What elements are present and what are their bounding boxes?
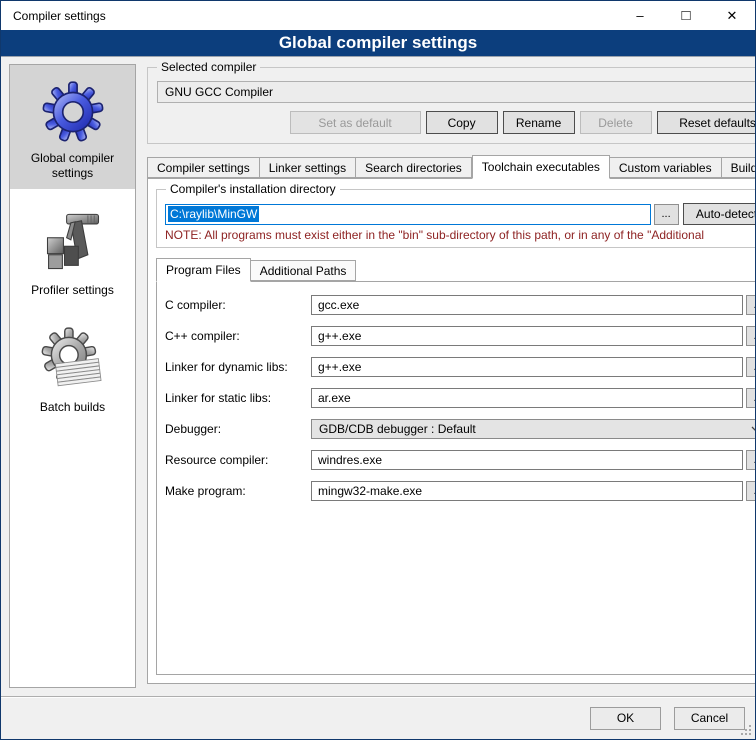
dialog-footer: OK Cancel (1, 696, 755, 739)
program-files-page: C compiler: ... C++ compiler: ... Linker… (156, 281, 755, 675)
installation-directory-group: Compiler's installation directory C:\ray… (156, 189, 755, 248)
copy-button[interactable]: Copy (426, 111, 498, 134)
compiler-settings-dialog: Compiler settings – □ ✕ Global compiler … (0, 0, 756, 740)
field-label: Linker for dynamic libs: (165, 360, 311, 374)
make-program-row: Make program: ... (165, 481, 755, 501)
compiler-select-value: GNU GCC Compiler (165, 85, 753, 99)
cancel-button[interactable]: Cancel (674, 707, 745, 730)
field-label: Debugger: (165, 422, 311, 436)
close-icon[interactable]: ✕ (709, 1, 755, 30)
tab-program-files[interactable]: Program Files (156, 258, 251, 282)
browse-button[interactable]: ... (746, 450, 755, 470)
field-label: Resource compiler: (165, 453, 311, 467)
sidebar-item-batch-builds[interactable]: Batch builds (10, 314, 135, 423)
browse-button[interactable]: ... (746, 388, 755, 408)
group-label: Selected compiler (157, 60, 260, 74)
installation-directory-value: C:\raylib\MinGW (168, 206, 259, 222)
browse-button[interactable]: ... (746, 357, 755, 377)
c-compiler-input[interactable] (311, 295, 743, 315)
selected-compiler-group: Selected compiler GNU GCC Compiler Set a… (147, 67, 755, 144)
maximize-icon[interactable]: □ (663, 1, 709, 30)
debugger-select[interactable]: GDB/CDB debugger : Default (311, 419, 755, 439)
resource-compiler-input[interactable] (311, 450, 743, 470)
sidebar-item-label: Global compiler settings (12, 151, 133, 181)
linker-static-row: Linker for static libs: ... (165, 388, 755, 408)
ok-button[interactable]: OK (590, 707, 661, 730)
window-title: Compiler settings (1, 9, 106, 23)
reset-defaults-button[interactable]: Reset defaults (657, 111, 755, 134)
banner-title: Global compiler settings (279, 33, 477, 53)
title-bar: Compiler settings – □ ✕ (1, 1, 755, 30)
browse-button[interactable]: ... (746, 481, 755, 501)
toolchain-executables-page: Compiler's installation directory C:\ray… (147, 178, 755, 684)
rename-button[interactable]: Rename (503, 111, 575, 134)
installation-directory-input[interactable]: C:\raylib\MinGW (165, 204, 651, 225)
blue-gear-icon (37, 74, 109, 146)
browse-button[interactable]: ... (746, 295, 755, 315)
linker-dynamic-input[interactable] (311, 357, 743, 377)
sidebar-item-global-compiler-settings[interactable]: Global compiler settings (10, 65, 135, 189)
debugger-row: Debugger: GDB/CDB debugger : Default (165, 419, 755, 439)
c-compiler-row: C compiler: ... (165, 295, 755, 315)
resize-grip[interactable] (740, 724, 752, 736)
field-label: Make program: (165, 484, 311, 498)
debugger-select-value: GDB/CDB debugger : Default (319, 422, 745, 436)
cpp-compiler-input[interactable] (311, 326, 743, 346)
tab-custom-variables[interactable]: Custom variables (610, 157, 722, 178)
chevron-down-icon (751, 426, 755, 433)
field-label: Linker for static libs: (165, 391, 311, 405)
gear-stack-icon (37, 323, 109, 395)
program-files-tabstrip: Program Files Additional Paths (156, 258, 755, 281)
group-label: Compiler's installation directory (166, 182, 340, 196)
browse-button[interactable]: ... (746, 326, 755, 346)
linker-dynamic-row: Linker for dynamic libs: ... (165, 357, 755, 377)
tab-linker-settings[interactable]: Linker settings (260, 157, 356, 178)
caliper-icon (37, 206, 109, 278)
tab-additional-paths[interactable]: Additional Paths (251, 260, 357, 281)
linker-static-input[interactable] (311, 388, 743, 408)
auto-detect-button[interactable]: Auto-detect (683, 203, 755, 225)
sidebar-item-profiler-settings[interactable]: Profiler settings (10, 197, 135, 306)
field-label: C++ compiler: (165, 329, 311, 343)
tab-toolchain-executables[interactable]: Toolchain executables (472, 155, 610, 179)
bin-subdirectory-note: NOTE: All programs must exist either in … (165, 228, 755, 242)
tab-compiler-settings[interactable]: Compiler settings (147, 157, 260, 178)
make-program-input[interactable] (311, 481, 743, 501)
sidebar-item-label: Batch builds (40, 400, 105, 415)
delete-button[interactable]: Delete (580, 111, 652, 134)
tab-build-options[interactable]: Build options (722, 157, 755, 178)
field-label: C compiler: (165, 298, 311, 312)
sidebar-item-label: Profiler settings (31, 283, 114, 298)
settings-category-list: Global compiler settings (9, 64, 136, 688)
cpp-compiler-row: C++ compiler: ... (165, 326, 755, 346)
minimize-icon[interactable]: – (617, 1, 663, 30)
tab-search-directories[interactable]: Search directories (356, 157, 472, 178)
compiler-tabstrip: Compiler settings Linker settings Search… (147, 155, 755, 178)
browse-directory-button[interactable]: ... (654, 204, 679, 225)
compiler-select[interactable]: GNU GCC Compiler (157, 81, 755, 103)
resource-compiler-row: Resource compiler: ... (165, 450, 755, 470)
set-as-default-button[interactable]: Set as default (290, 111, 421, 134)
dialog-banner: Global compiler settings (1, 30, 755, 57)
